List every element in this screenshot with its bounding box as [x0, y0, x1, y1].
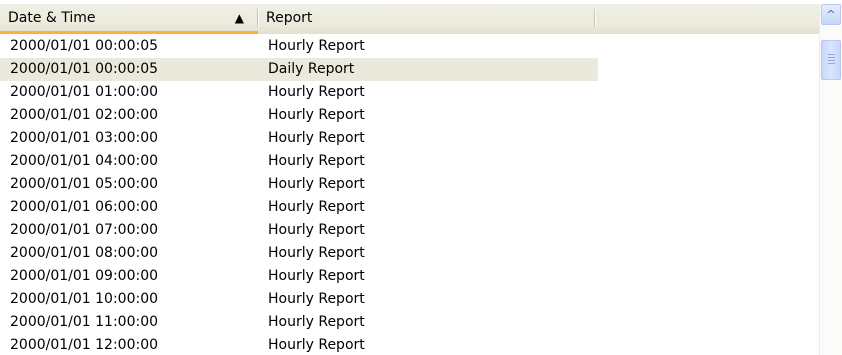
row-date-time: 2000/01/01 05:00:00	[10, 176, 159, 192]
row-report: Hourly Report	[268, 107, 365, 123]
table-row[interactable]: 2000/01/01 10:00:00 Hourly Report	[0, 288, 819, 311]
table-row[interactable]: 2000/01/01 12:00:00 Hourly Report	[0, 334, 819, 355]
table-row[interactable]: 2000/01/01 05:00:00 Hourly Report	[0, 173, 819, 196]
column-header-date-time-label: Date & Time	[8, 10, 96, 26]
row-date-time: 2000/01/01 04:00:00	[10, 153, 159, 169]
row-date-time: 2000/01/01 02:00:00	[10, 107, 159, 123]
row-report: Hourly Report	[268, 84, 365, 100]
row-date-time: 2000/01/01 03:00:00	[10, 130, 159, 146]
list-header: Date & Time ▲ Report	[0, 4, 819, 34]
row-report: Daily Report	[268, 61, 355, 77]
column-header-report-label: Report	[266, 10, 313, 26]
row-date-time: 2000/01/01 08:00:00	[10, 245, 159, 261]
table-row[interactable]: 2000/01/01 08:00:00 Hourly Report	[0, 242, 819, 265]
table-row[interactable]: 2000/01/01 09:00:00 Hourly Report	[0, 265, 819, 288]
report-list-view: Date & Time ▲ Report 2000/01/01 00:00:05…	[0, 0, 842, 355]
scrollbar-grip-icon	[828, 54, 835, 55]
table-row[interactable]: 2000/01/01 00:00:05 Daily Report	[0, 58, 819, 81]
scroll-up-arrow-icon[interactable]: ^	[821, 4, 841, 25]
table-row[interactable]: 2000/01/01 11:00:00 Hourly Report	[0, 311, 819, 334]
row-date-time: 2000/01/01 00:00:05	[10, 38, 159, 54]
row-report: Hourly Report	[268, 222, 365, 238]
row-report: Hourly Report	[268, 314, 365, 330]
row-date-time: 2000/01/01 10:00:00	[10, 291, 159, 307]
row-date-time: 2000/01/01 00:00:05	[10, 61, 159, 77]
table-row[interactable]: 2000/01/01 00:00:05 Hourly Report	[0, 35, 819, 58]
row-date-time: 2000/01/01 12:00:00	[10, 337, 159, 353]
table-row[interactable]: 2000/01/01 02:00:00 Hourly Report	[0, 104, 819, 127]
row-date-time: 2000/01/01 09:00:00	[10, 268, 159, 284]
vertical-scrollbar[interactable]: ^	[819, 4, 842, 355]
table-row[interactable]: 2000/01/01 03:00:00 Hourly Report	[0, 127, 819, 150]
row-report: Hourly Report	[268, 337, 365, 353]
row-date-time: 2000/01/01 06:00:00	[10, 199, 159, 215]
row-report: Hourly Report	[268, 130, 365, 146]
row-date-time: 2000/01/01 11:00:00	[10, 314, 159, 330]
table-row[interactable]: 2000/01/01 04:00:00 Hourly Report	[0, 150, 819, 173]
row-report: Hourly Report	[268, 199, 365, 215]
column-header-date-time[interactable]: Date & Time ▲	[0, 4, 258, 34]
row-report: Hourly Report	[268, 153, 365, 169]
sort-ascending-icon: ▲	[234, 11, 244, 25]
table-row[interactable]: 2000/01/01 01:00:00 Hourly Report	[0, 81, 819, 104]
scrollbar-thumb[interactable]	[821, 40, 841, 80]
row-date-time: 2000/01/01 01:00:00	[10, 84, 159, 100]
column-header-filler	[595, 4, 819, 34]
row-report: Hourly Report	[268, 291, 365, 307]
row-report: Hourly Report	[268, 38, 365, 54]
row-report: Hourly Report	[268, 245, 365, 261]
table-row[interactable]: 2000/01/01 06:00:00 Hourly Report	[0, 196, 819, 219]
table-row[interactable]: 2000/01/01 07:00:00 Hourly Report	[0, 219, 819, 242]
row-date-time: 2000/01/01 07:00:00	[10, 222, 159, 238]
column-header-report[interactable]: Report	[258, 4, 595, 34]
row-report: Hourly Report	[268, 268, 365, 284]
row-report: Hourly Report	[268, 176, 365, 192]
list-rows: 2000/01/01 00:00:05 Hourly Report 2000/01/…	[0, 35, 819, 355]
